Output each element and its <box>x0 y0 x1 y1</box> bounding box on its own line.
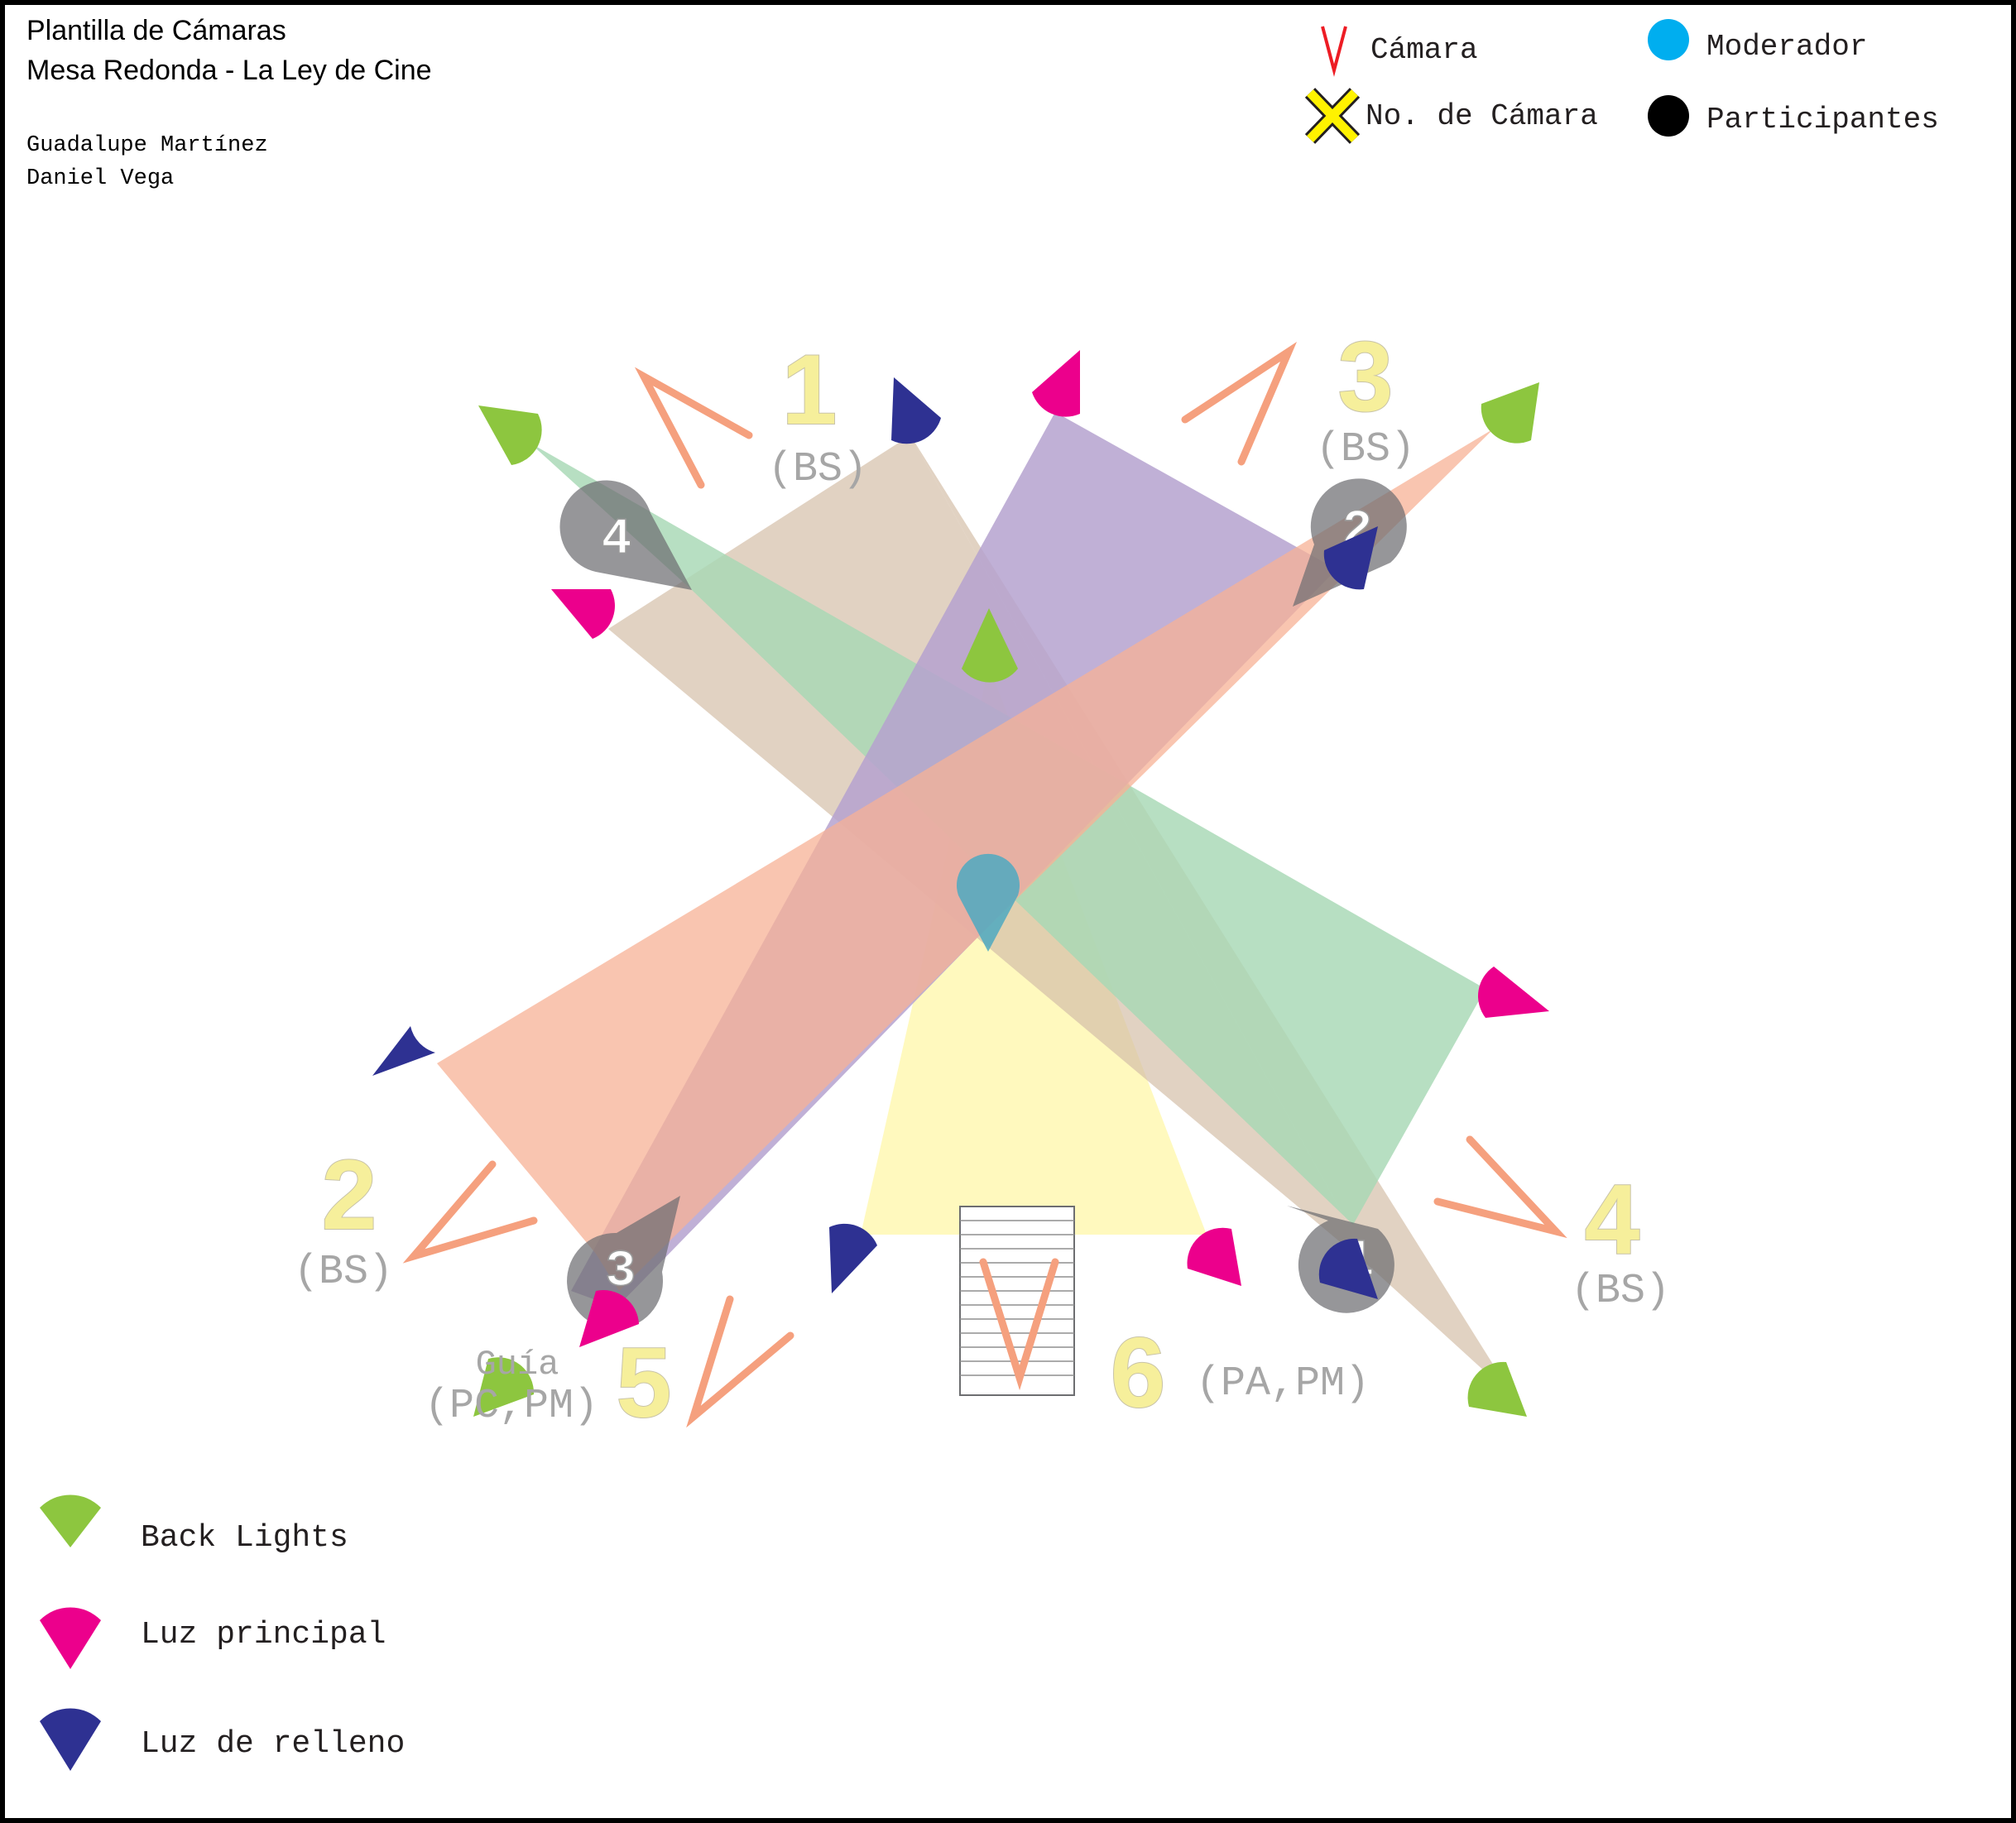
camera-5-icon <box>686 1295 794 1428</box>
fill-light-1 <box>891 377 941 444</box>
key-legend: Cámara No. de Cámara Moderador Participa… <box>1304 19 1939 144</box>
camera-key-label: Cámara <box>1370 33 1478 67</box>
camera-plan-canvas: Plantilla de Cámaras Mesa Redonda - La L… <box>0 0 2016 1823</box>
back-light-1 <box>478 405 542 465</box>
participant-tag-4: 4 <box>601 510 631 568</box>
camera-1-number: 1 <box>782 334 838 445</box>
back-light-icon <box>40 1494 101 1547</box>
camera-1-icon <box>634 367 753 489</box>
camera-3-number: 3 <box>1338 321 1394 432</box>
camera-5-note: Guía <box>476 1345 559 1384</box>
author-2: Daniel Vega <box>26 166 174 191</box>
key-light-1 <box>551 589 615 639</box>
title-line-2: Mesa Redonda - La Ley de Cine <box>26 55 432 86</box>
author-1: Guadalupe Martínez <box>26 133 268 158</box>
camera-2-shot: (BS) <box>294 1249 393 1296</box>
camera-plan-diagram: Plantilla de Cámaras Mesa Redonda - La L… <box>0 0 2016 1823</box>
title-line-1: Plantilla de Cámaras <box>26 15 286 46</box>
camera-4-icon <box>1433 1135 1567 1239</box>
camera-1-shot: (BS) <box>768 446 867 493</box>
camera-2-icon <box>402 1160 538 1264</box>
participant-key-label: Participantes <box>1706 103 1939 137</box>
camera-number-key-icon <box>1304 88 1361 144</box>
moderator-key-label: Moderador <box>1706 30 1867 64</box>
key-light-3 <box>1032 350 1080 417</box>
legend-back-lights-label: Back Lights <box>141 1520 348 1556</box>
back-light-4 <box>1467 1361 1527 1417</box>
camera-2-number: 2 <box>322 1139 377 1250</box>
camera-5-number: 5 <box>617 1327 672 1438</box>
fill-light-icon <box>40 1708 101 1771</box>
participant-key-icon <box>1648 95 1689 137</box>
camera-6-shot: (PA,PM) <box>1196 1360 1370 1408</box>
legend-fill-light-label: Luz de relleno <box>141 1726 405 1762</box>
moderator-key-icon <box>1648 19 1689 60</box>
camera-number-key-label: No. de Cámara <box>1366 99 1598 133</box>
camera-6-number: 6 <box>1111 1317 1166 1428</box>
legend-key-light-label: Luz principal <box>141 1617 386 1653</box>
camera-4-number: 4 <box>1585 1164 1640 1275</box>
key-light-icon <box>40 1607 101 1669</box>
key-light-4 <box>1478 967 1549 1018</box>
camera-3-icon <box>1181 342 1298 466</box>
camera-5-shot: (PC,PM) <box>425 1383 598 1430</box>
camera-3-shot: (BS) <box>1316 426 1415 473</box>
back-light-3 <box>1481 382 1539 444</box>
fill-light-left <box>372 1026 435 1076</box>
camera-key-icon <box>1321 26 1347 77</box>
lights-legend: Back Lights Luz principal Luz de relleno <box>40 1494 405 1771</box>
key-light-6 <box>1187 1227 1241 1286</box>
camera-4-shot: (BS) <box>1571 1268 1670 1315</box>
